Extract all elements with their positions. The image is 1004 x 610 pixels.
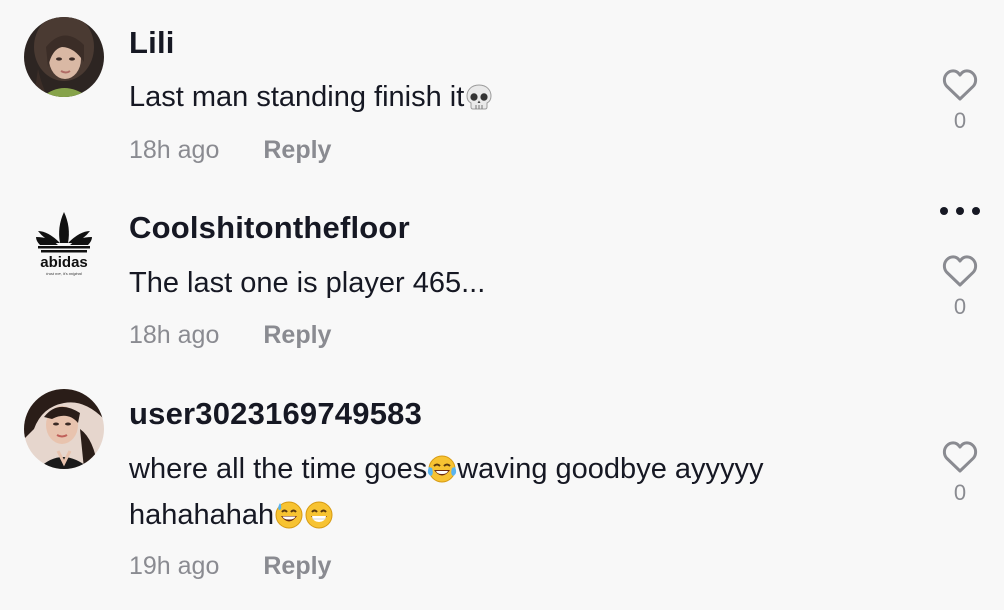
comment-text-body: Last man standing finish it bbox=[129, 81, 465, 113]
comment-username[interactable]: user3023169749583 bbox=[129, 396, 422, 432]
avatar-logo-tagline: trust me, it's original bbox=[46, 271, 82, 276]
heart-outline-icon bbox=[942, 441, 978, 473]
heart-outline-icon bbox=[942, 255, 978, 287]
grinning-face-with-sweat-icon bbox=[275, 501, 303, 529]
beaming-face-icon bbox=[305, 501, 333, 529]
avatar-logo: abidas trust me, it's original bbox=[24, 203, 104, 283]
heart-outline-icon bbox=[942, 69, 978, 101]
like-button[interactable]: 0 bbox=[938, 254, 982, 320]
more-options-button[interactable] bbox=[938, 204, 982, 218]
avatar-logo-text: abidas bbox=[40, 254, 88, 271]
face-with-tears-of-joy-icon bbox=[428, 455, 457, 483]
avatar-photo bbox=[24, 17, 104, 97]
comment-timestamp: 18h ago bbox=[129, 321, 220, 349]
comment-timestamp: 18h ago bbox=[129, 136, 220, 164]
avatar[interactable] bbox=[24, 389, 104, 469]
comment-meta: 18h ago Reply bbox=[129, 136, 331, 165]
comment-meta: 19h ago Reply bbox=[129, 552, 331, 581]
comment-meta: 18h ago Reply bbox=[129, 321, 331, 350]
reply-button[interactable]: Reply bbox=[263, 552, 331, 580]
comment-text: Last man standing finish it bbox=[129, 74, 869, 120]
comment-username[interactable]: Lili bbox=[129, 25, 175, 61]
like-button[interactable]: 0 bbox=[938, 440, 982, 506]
comment-text: The last one is player 465... bbox=[129, 267, 486, 299]
comment-username[interactable]: Coolshitonthefloor bbox=[129, 210, 410, 246]
reply-button[interactable]: Reply bbox=[263, 321, 331, 349]
like-count: 0 bbox=[953, 108, 967, 133]
avatar-photo bbox=[24, 389, 104, 469]
skull-icon bbox=[466, 84, 492, 110]
comment-timestamp: 19h ago bbox=[129, 552, 220, 580]
comment-text: where all the time goes waving goodbye a… bbox=[129, 446, 869, 538]
comment-text-part1: where all the time goes bbox=[129, 453, 428, 485]
avatar[interactable] bbox=[24, 17, 104, 97]
more-dots-icon bbox=[940, 207, 980, 215]
reply-button[interactable]: Reply bbox=[263, 136, 331, 164]
like-button[interactable]: 0 bbox=[938, 68, 982, 134]
like-count: 0 bbox=[953, 294, 967, 319]
avatar[interactable]: abidas trust me, it's original bbox=[24, 203, 104, 283]
like-count: 0 bbox=[953, 480, 967, 505]
